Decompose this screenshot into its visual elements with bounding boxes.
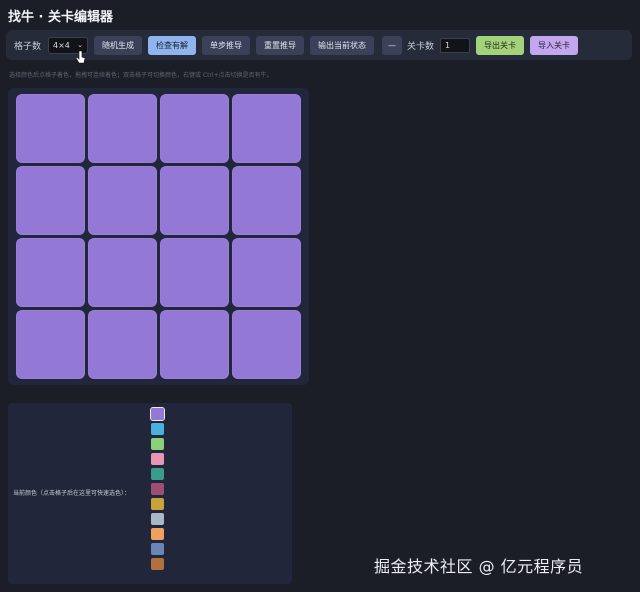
- grid-cell[interactable]: [16, 310, 85, 379]
- level-count-input[interactable]: 1: [440, 37, 471, 53]
- grid-cell[interactable]: [16, 166, 85, 235]
- grid-cell[interactable]: [16, 94, 85, 163]
- grid-cell[interactable]: [232, 166, 301, 235]
- color-swatch[interactable]: [151, 468, 164, 480]
- grid-cell[interactable]: [232, 238, 301, 307]
- level-count-label: 关卡数: [407, 41, 435, 52]
- grid-cell[interactable]: [88, 310, 157, 379]
- reset-deduce-button[interactable]: 重置推导: [256, 35, 305, 55]
- watermark: 掘金技术社区 @ 亿元程序员: [374, 557, 584, 576]
- random-generate-button[interactable]: 随机生成: [94, 35, 143, 55]
- color-swatch[interactable]: [151, 543, 164, 555]
- color-swatch[interactable]: [151, 558, 164, 570]
- check-solvable-button[interactable]: 检查有解: [148, 35, 197, 55]
- color-swatch[interactable]: [151, 423, 164, 435]
- app-title: 找牛 · 关卡编辑器: [8, 10, 113, 25]
- grid-cell[interactable]: [232, 310, 301, 379]
- grid-cell[interactable]: [160, 238, 229, 307]
- grid-cell[interactable]: [88, 94, 157, 163]
- grid-cell[interactable]: [88, 166, 157, 235]
- color-swatches: [150, 407, 165, 570]
- grid-cell[interactable]: [16, 238, 85, 307]
- board-grid: [16, 94, 301, 379]
- palette-panel: 当前颜色（点击格子后在这里可快速选色）：: [8, 403, 292, 584]
- color-swatch[interactable]: [151, 438, 164, 450]
- grid-cell[interactable]: [88, 238, 157, 307]
- dash-button[interactable]: —: [382, 35, 403, 55]
- grid-cell[interactable]: [160, 310, 229, 379]
- grid-cell[interactable]: [232, 94, 301, 163]
- instructions-hint: 选择颜色后点格子着色，拖拽可连续着色；双击格子可切换颜色，右键或 Ctrl+点击…: [9, 72, 273, 79]
- grid-size-value: 4×4: [53, 40, 70, 50]
- import-level-button[interactable]: 导入关卡: [530, 35, 579, 55]
- grid-panel: [8, 88, 309, 385]
- color-swatch[interactable]: [151, 453, 164, 465]
- grid-size-label: 格子数: [14, 41, 42, 52]
- color-swatch[interactable]: [151, 528, 164, 540]
- color-swatch[interactable]: [151, 513, 164, 525]
- mouse-cursor-icon: [75, 50, 86, 64]
- color-swatch[interactable]: [151, 483, 164, 495]
- toolbar: 格子数 4×4 ⌄ 随机生成 检查有解 单步推导 重置推导 输出当前状态 — 关…: [6, 30, 632, 60]
- output-state-button[interactable]: 输出当前状态: [310, 35, 375, 55]
- chevron-down-icon: ⌄: [77, 41, 84, 49]
- color-swatch[interactable]: [150, 407, 165, 421]
- grid-cell[interactable]: [160, 166, 229, 235]
- step-deduce-button[interactable]: 单步推导: [202, 35, 251, 55]
- current-color-label: 当前颜色（点击格子后在这里可快速选色）：: [13, 490, 131, 497]
- export-level-button[interactable]: 导出关卡: [476, 35, 525, 55]
- color-swatch[interactable]: [151, 498, 164, 510]
- grid-cell[interactable]: [160, 94, 229, 163]
